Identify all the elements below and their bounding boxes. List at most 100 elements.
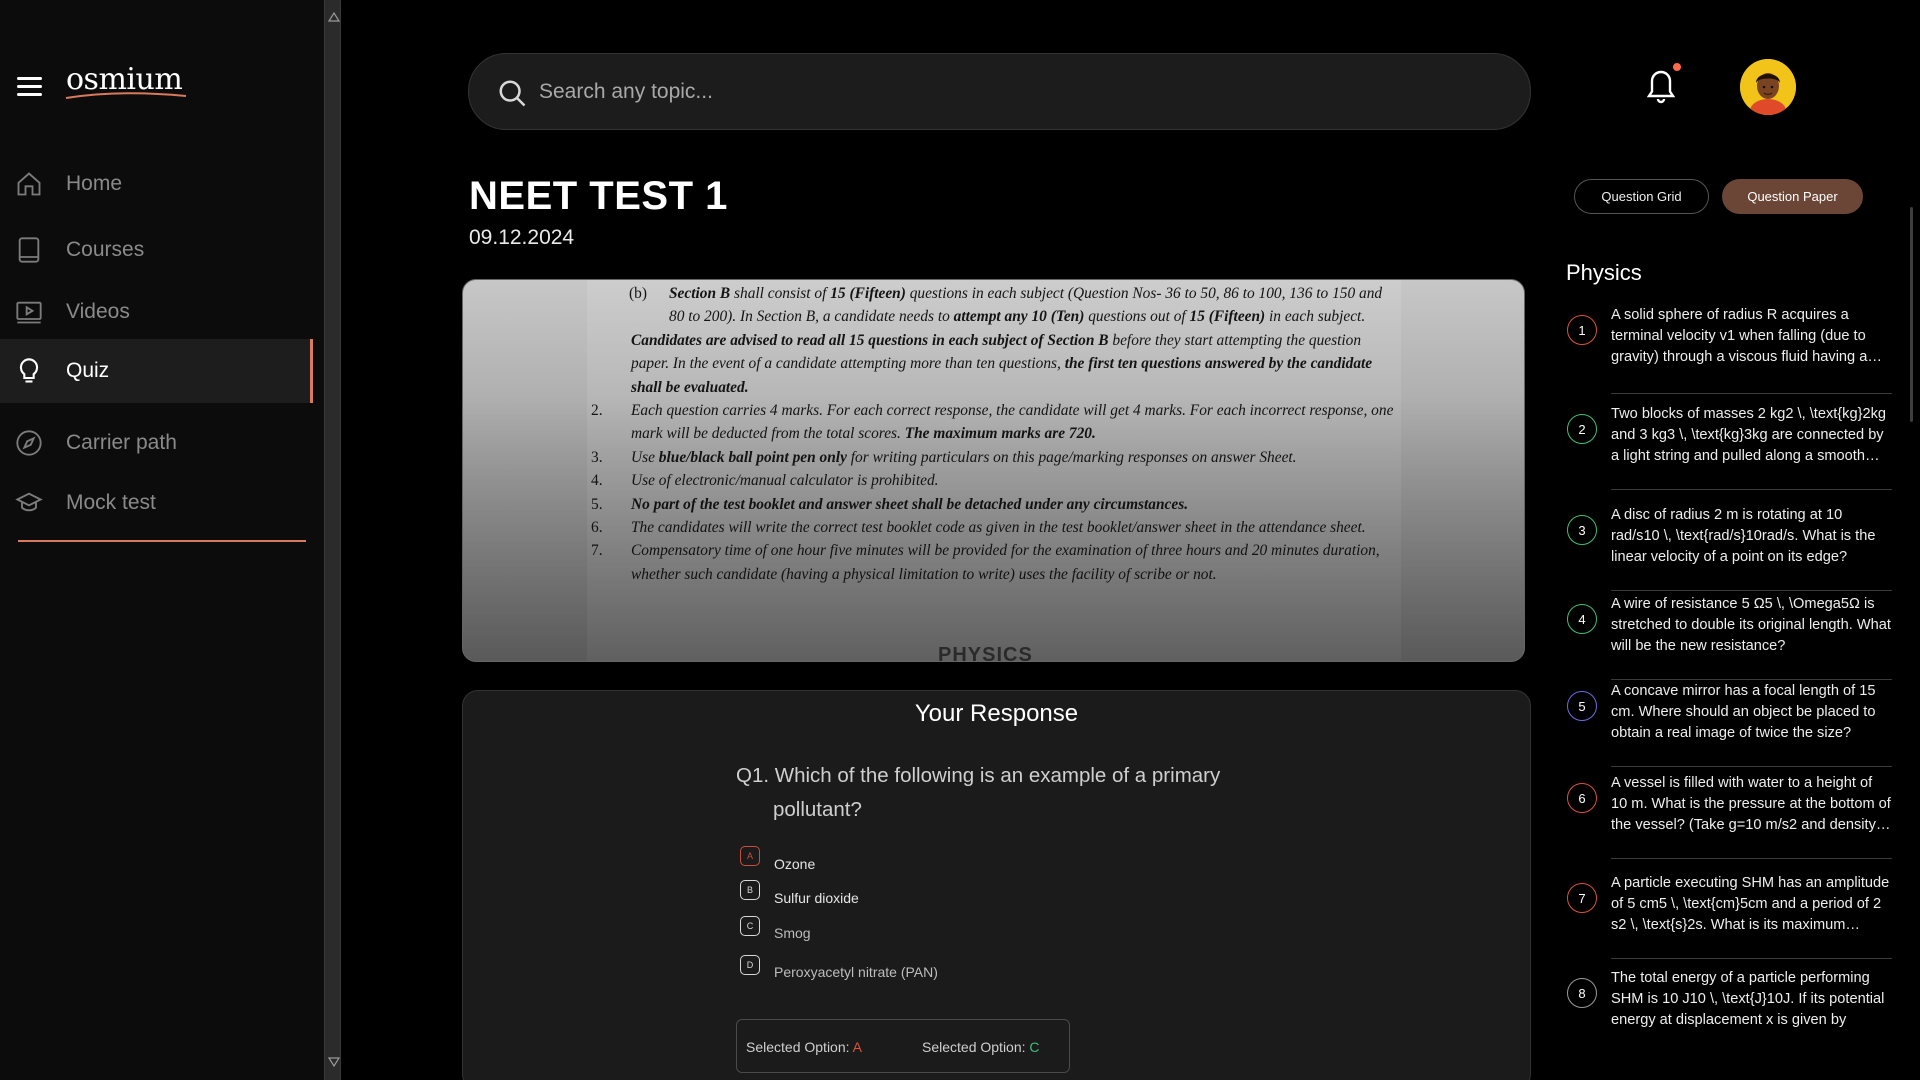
question-list-item[interactable]: 3 A disc of radius 2 m is rotating at 10 … bbox=[1566, 505, 1892, 593]
question-number-badge: 7 bbox=[1567, 883, 1597, 913]
compass-icon bbox=[14, 428, 44, 458]
paper-instruction-line: 4. Use of electronic/manual calculator is… bbox=[591, 469, 1401, 492]
notification-dot bbox=[1673, 63, 1681, 71]
paper-instruction-line: 3. Use blue/black ball point pen only for… bbox=[591, 446, 1401, 469]
question-list-scrollbar[interactable] bbox=[1910, 207, 1913, 422]
sidebar-item-label: Home bbox=[66, 172, 123, 195]
response-title: Your Response bbox=[914, 700, 1079, 727]
question-text: Q1. Which of the following is an example… bbox=[736, 764, 1221, 821]
question-list-item[interactable]: 8 The total energy of a particle performi… bbox=[1566, 968, 1892, 1056]
sidebar-item-courses[interactable]: Courses bbox=[0, 218, 313, 282]
paper-instruction-line: Candidates are advised to read all 15 qu… bbox=[591, 329, 1401, 399]
question-number-badge: 2 bbox=[1567, 414, 1597, 444]
book-icon bbox=[14, 235, 44, 265]
question-preview-text: The total energy of a particle performin… bbox=[1611, 970, 1885, 1028]
paper-instruction-text: Use of electronic/manual calculator is p… bbox=[631, 472, 939, 490]
paper-instruction-number: (b) bbox=[629, 285, 647, 302]
question-separator bbox=[1611, 489, 1892, 490]
option-c[interactable]: C Smog bbox=[740, 916, 811, 941]
question-paper-image: (b) Section B shall consist of 15 (Fiftee… bbox=[462, 279, 1525, 662]
sidebar-item-label: Mock test bbox=[66, 491, 156, 514]
graduation-cap-icon bbox=[14, 488, 44, 518]
selected-option-prefix: Selected Option: bbox=[922, 1039, 1026, 1055]
option-c-box[interactable]: C bbox=[740, 916, 760, 936]
question-separator bbox=[1611, 393, 1892, 394]
scroll-up-arrow-icon[interactable] bbox=[328, 11, 340, 23]
option-b[interactable]: B Sulfur dioxide bbox=[740, 880, 859, 906]
paper-instruction-line: (b) Section B shall consist of 15 (Fiftee… bbox=[591, 282, 1401, 329]
question-separator bbox=[1611, 858, 1892, 859]
sidebar-item-carrier-path[interactable]: Carrier path bbox=[0, 411, 313, 475]
question-preview-text: A solid sphere of radius R acquires a te… bbox=[1611, 307, 1868, 365]
question-preview-text: Two blocks of masses 2 kg2 \, \text{kg}2… bbox=[1611, 406, 1886, 464]
question-paper-button[interactable]: Question Paper bbox=[1722, 179, 1863, 214]
question-list-item[interactable]: 6 A vessel is filled with water to a heig… bbox=[1566, 773, 1892, 861]
paper-instruction-number: 7. bbox=[591, 542, 603, 560]
paper-instruction-number: 3. bbox=[591, 448, 603, 466]
paper-instruction-text: Each question carries 4 marks. For each … bbox=[631, 402, 1394, 443]
question-preview-text: A wire of resistance 5 Ω5 \, \Omega5Ω is… bbox=[1611, 596, 1891, 654]
selected-option-prefix: Selected Option: bbox=[746, 1039, 850, 1055]
sidebar-item-label: Carrier path bbox=[66, 431, 177, 454]
paper-instruction-line: 5. No part of the test booklet and answer… bbox=[591, 493, 1401, 516]
paper-instruction-number: 6. bbox=[591, 519, 603, 537]
question-grid-button[interactable]: Question Grid bbox=[1574, 179, 1709, 214]
paper-instruction-text: Section B shall consist of 15 (Fifteen) … bbox=[669, 285, 1383, 326]
question-number-badge: 1 bbox=[1567, 315, 1597, 345]
sidebar-divider bbox=[18, 540, 306, 542]
response-panel: Your Response Q1. Which of the following… bbox=[462, 690, 1531, 1080]
sidebar-item-label: Courses bbox=[66, 238, 145, 261]
subject-heading: Physics bbox=[1566, 260, 1642, 285]
option-d-label: Peroxyacetyl nitrate (PAN) bbox=[774, 964, 938, 980]
sidebar-item-mock-test[interactable]: Mock test bbox=[0, 471, 313, 535]
question-number-badge: 3 bbox=[1567, 515, 1597, 545]
scroll-down-arrow-icon[interactable] bbox=[328, 1056, 340, 1068]
page-title: NEET TEST 1 bbox=[469, 174, 728, 218]
question-separator bbox=[1611, 766, 1892, 767]
selected-option-correct-answer: Selected Option: C bbox=[922, 1039, 1040, 1055]
selected-options-box: Selected Option: A Selected Option: C bbox=[736, 1019, 1070, 1073]
question-number-badge: 4 bbox=[1567, 604, 1597, 634]
paper-instruction-number: 4. bbox=[591, 472, 603, 490]
question-list-item[interactable]: 7 A particle executing SHM has an amplitu… bbox=[1566, 873, 1892, 961]
question-separator bbox=[1611, 679, 1892, 680]
question-list-item[interactable]: 4 A wire of resistance 5 Ω5 \, \Omega5Ω i… bbox=[1566, 594, 1892, 682]
hamburger-menu-icon[interactable] bbox=[17, 75, 43, 97]
test-date: 09.12.2024 bbox=[469, 226, 575, 249]
option-d-box[interactable]: D bbox=[740, 955, 760, 975]
lightbulb-icon bbox=[14, 356, 44, 386]
option-c-label: Smog bbox=[774, 925, 811, 941]
paper-instruction-text: The candidates will write the correct te… bbox=[631, 519, 1366, 537]
sidebar: osmium Home Courses Videos Quiz Carrier … bbox=[0, 0, 324, 1080]
paper-instruction-number: 2. bbox=[591, 402, 603, 420]
sidebar-item-videos[interactable]: Videos bbox=[0, 280, 313, 344]
paper-instruction-text: Use blue/black ball point pen only for w… bbox=[631, 448, 1297, 466]
paper-instruction-text: Candidates are advised to read all 15 qu… bbox=[631, 331, 1373, 396]
search-bar[interactable] bbox=[468, 53, 1531, 130]
video-icon bbox=[14, 297, 44, 327]
search-input[interactable] bbox=[539, 54, 1499, 129]
question-list-item[interactable]: 1 A solid sphere of radius R acquires a t… bbox=[1566, 305, 1892, 394]
option-d[interactable]: D Peroxyacetyl nitrate (PAN) bbox=[740, 955, 938, 980]
option-b-label: Sulfur dioxide bbox=[774, 890, 859, 906]
question-separator bbox=[1611, 590, 1892, 591]
paper-instruction-line: 7. Compensatory time of one hour five min… bbox=[591, 539, 1401, 586]
logo-swoosh-icon bbox=[65, 92, 187, 99]
paper-section-heading: PHYSICS bbox=[938, 644, 1033, 662]
sidebar-item-label: Videos bbox=[66, 300, 130, 323]
paper-instruction-line: 2. Each question carries 4 marks. For eac… bbox=[591, 399, 1401, 446]
question-list-item[interactable]: 5 A concave mirror has a focal length of … bbox=[1566, 681, 1892, 769]
search-icon bbox=[499, 80, 526, 107]
option-a-box[interactable]: A bbox=[740, 846, 760, 866]
option-a[interactable]: A Ozone bbox=[740, 846, 815, 872]
sidebar-item-label: Quiz bbox=[66, 359, 110, 382]
avatar-image bbox=[1740, 59, 1796, 115]
option-b-box[interactable]: B bbox=[740, 880, 760, 900]
sidebar-item-home[interactable]: Home bbox=[0, 152, 313, 216]
sidebar-item-quiz[interactable]: Quiz bbox=[0, 339, 313, 403]
avatar[interactable] bbox=[1740, 59, 1796, 115]
sidebar-scrollbar[interactable] bbox=[324, 0, 341, 1080]
paper-instructions: (b) Section B shall consist of 15 (Fiftee… bbox=[591, 282, 1401, 586]
selected-option-your-answer: Selected Option: A bbox=[746, 1039, 862, 1055]
question-list-item[interactable]: 2 Two blocks of masses 2 kg2 \, \text{kg}… bbox=[1566, 404, 1892, 492]
